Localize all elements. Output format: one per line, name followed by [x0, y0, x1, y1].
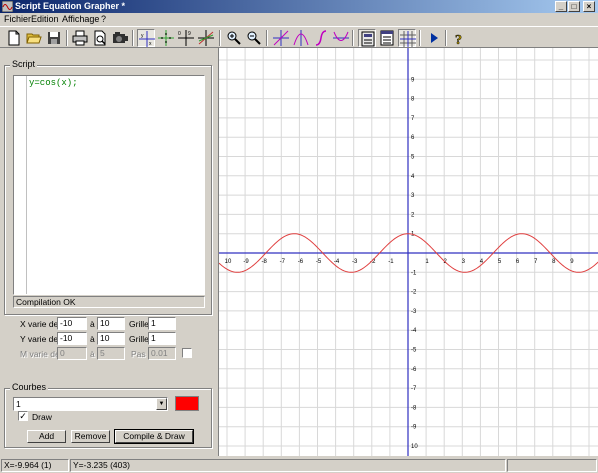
x-to-label: à — [90, 319, 95, 329]
y-tick-label: -6 — [411, 367, 417, 373]
y-tick-label: 4 — [411, 174, 415, 180]
minimize-button[interactable]: _ — [555, 1, 567, 12]
zoom-out-icon[interactable] — [245, 29, 263, 47]
curves-group-label: Courbes — [10, 382, 49, 392]
curve-select-value: 1 — [16, 399, 21, 409]
y-grid-input[interactable]: 1 — [148, 332, 176, 345]
maximize-button[interactable]: □ — [568, 1, 580, 12]
x-coordinate-readout: X=-9.964 (1) — [1, 459, 69, 472]
table-view-icon[interactable] — [378, 29, 396, 47]
m-range-label: M varie de — [20, 349, 60, 359]
toolbar-separator — [419, 30, 421, 46]
x-tick-label: -6 — [298, 259, 304, 265]
svg-text:?: ? — [455, 33, 462, 47]
curve-select[interactable]: 1 ▼ — [13, 397, 168, 411]
toolbar-separator — [266, 30, 268, 46]
m-to-label: à — [90, 349, 95, 359]
y-tick-label: 6 — [411, 135, 415, 141]
curve-color-swatch[interactable] — [175, 396, 199, 411]
x-tick-label: 9 — [570, 259, 574, 265]
y-tick-label: 7 — [411, 116, 415, 122]
y-tick-label: -4 — [411, 328, 417, 334]
y-tick-label: 9 — [411, 77, 415, 83]
y-to-label: à — [90, 334, 95, 344]
y-tick-label: -1 — [411, 270, 417, 276]
y-tick-label: -3 — [411, 309, 417, 315]
x-tick-label: 5 — [498, 259, 502, 265]
toolbar-separator — [352, 30, 354, 46]
zoom-in-icon[interactable] — [225, 29, 243, 47]
x-tick-label: 6 — [516, 259, 520, 265]
y-tick-label: -5 — [411, 348, 417, 354]
x-range-label: X varie de — [20, 319, 59, 329]
calculator-icon[interactable] — [358, 29, 376, 47]
y-tick-label: -9 — [411, 425, 417, 431]
status-empty — [507, 459, 597, 472]
m-enable-checkbox[interactable] — [182, 348, 192, 358]
graph-svg[interactable]: 10 -9 -8 -7 -6 -5 -4 -3 -2 -1 1 2 3 4 5 6 7 8 9987654321-1… — [219, 48, 598, 456]
close-button[interactable]: × — [583, 1, 595, 12]
x-tick-label: 10 — [225, 259, 232, 265]
run-icon[interactable] — [425, 29, 443, 47]
tangent-icon[interactable] — [272, 29, 290, 47]
integral-icon[interactable] — [312, 29, 330, 47]
y-tick-label: 2 — [411, 212, 415, 218]
editor-gutter — [14, 76, 27, 294]
chevron-down-icon[interactable]: ▼ — [156, 398, 167, 410]
y-tick-label: 10 — [411, 444, 418, 450]
y-tick-label: 5 — [411, 155, 415, 161]
y-coordinate-readout: Y=-3.235 (403) — [70, 459, 506, 472]
script-editor[interactable]: y=cos(x); — [13, 75, 205, 295]
x-tick-label: -9 — [243, 259, 249, 265]
m-to-input[interactable]: 5 — [97, 347, 125, 360]
script-code[interactable]: y=cos(x); — [29, 78, 78, 88]
x-tick-label: 7 — [534, 259, 538, 265]
graph-canvas[interactable]: 10 -9 -8 -7 -6 -5 -4 -3 -2 -1 1 2 3 4 5 6 7 8 9 9 8 7 6 5 4 3 2 1 -1… — [218, 48, 598, 456]
x-tick-label: -5 — [316, 259, 322, 265]
x-from-input[interactable]: -10 — [57, 317, 87, 330]
x-tick-label: -3 — [352, 259, 358, 265]
y-tick-label: -8 — [411, 405, 417, 411]
y-range-label: Y varie de — [20, 334, 59, 344]
toolbar-separator — [445, 30, 447, 46]
script-group-label: Script — [10, 59, 38, 69]
y-tick-label: -2 — [411, 290, 417, 296]
x-grid-input[interactable]: 1 — [148, 317, 176, 330]
add-curve-button[interactable]: Add — [27, 430, 66, 443]
m-step-input[interactable]: 0.01 — [148, 347, 176, 360]
y-tick-label: 3 — [411, 193, 415, 199]
status-bar: X=-9.964 (1) Y=-3.235 (403) — [0, 458, 598, 473]
x-grid-label: Grille — [129, 319, 149, 329]
y-from-input[interactable]: -10 — [57, 332, 87, 345]
draw-checkbox[interactable]: ✓ — [18, 411, 28, 421]
grid-toggle-icon[interactable] — [398, 29, 416, 47]
y-to-input[interactable]: 10 — [97, 332, 125, 345]
derivative-icon[interactable] — [332, 29, 350, 47]
x-tick-label: 1 — [425, 259, 429, 265]
left-panel: Script y=cos(x); Compilation OK X varie … — [0, 0, 217, 448]
x-tick-label: -1 — [388, 259, 394, 265]
x-tick-label: -8 — [262, 259, 268, 265]
help-icon[interactable]: ? — [450, 29, 468, 47]
y-grid-label: Grille — [129, 334, 149, 344]
x-tick-label: -4 — [334, 259, 340, 265]
toolbar-separator — [219, 30, 221, 46]
y-tick-label: 8 — [411, 97, 415, 103]
x-tick-label: -7 — [280, 259, 286, 265]
x-tick-label: 8 — [552, 259, 556, 265]
parabola-icon[interactable] — [292, 29, 310, 47]
draw-label: Draw — [32, 412, 52, 422]
y-tick-label: -7 — [411, 386, 417, 392]
x-tick-label: 3 — [462, 259, 466, 265]
compile-status: Compilation OK — [13, 296, 205, 308]
m-from-input[interactable]: 0 — [57, 347, 87, 360]
x-to-input[interactable]: 10 — [97, 317, 125, 330]
remove-curve-button[interactable]: Remove — [71, 430, 110, 443]
compile-draw-button[interactable]: Compile & Draw — [114, 429, 194, 444]
